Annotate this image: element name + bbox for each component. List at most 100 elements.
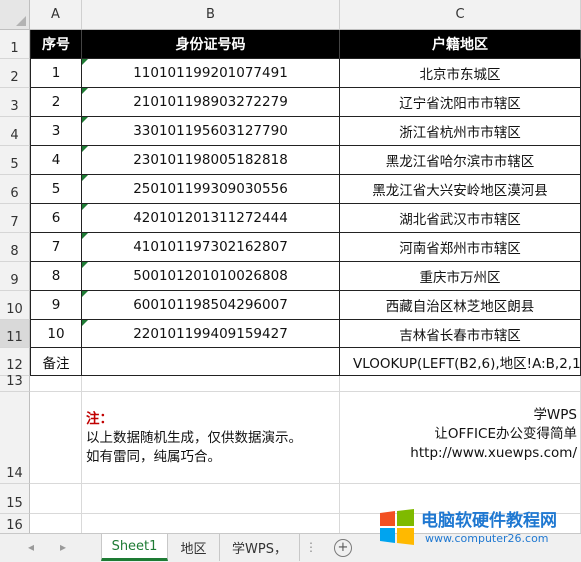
row-header-2[interactable]: 2 xyxy=(0,59,30,88)
cell-id[interactable]: 220101199409159427 xyxy=(82,320,340,348)
cell-id-text: 210101198903272279 xyxy=(133,94,288,110)
header-region[interactable]: 户籍地区 xyxy=(340,30,581,59)
empty-cell[interactable] xyxy=(340,376,581,392)
cell-id[interactable]: 330101195603127790 xyxy=(82,117,340,146)
scroll-tabs-left-icon[interactable]: ◂ xyxy=(22,540,40,554)
watermark-title: 电脑软硬件教程网 xyxy=(421,511,557,531)
cell-region[interactable]: 北京市东城区 xyxy=(340,59,581,88)
cell-region[interactable]: 湖北省武汉市市辖区 xyxy=(340,204,581,233)
row-header-4[interactable]: 4 xyxy=(0,117,30,146)
row-header-10[interactable]: 10 xyxy=(0,291,30,320)
text-number-indicator-icon xyxy=(82,262,88,268)
row-header-1[interactable]: 1 xyxy=(0,30,30,59)
cell-id-text: 500101201010026808 xyxy=(133,268,288,284)
cell-id[interactable]: 410101197302162807 xyxy=(82,233,340,262)
row-header-15[interactable]: 15 xyxy=(0,484,30,514)
note-line-1: 以上数据随机生成，仅供数据演示。 xyxy=(86,430,302,446)
cell-id[interactable]: 210101198903272279 xyxy=(82,88,340,117)
spreadsheet-grid: A B C 1 2 3 4 5 6 7 8 9 10 11 12 13 14 1… xyxy=(0,0,581,533)
cell-no[interactable]: 7 xyxy=(31,233,82,262)
row-header-14[interactable]: 14 xyxy=(0,392,30,484)
cell-no[interactable]: 9 xyxy=(31,291,82,320)
cell-region[interactable]: 重庆市万州区 xyxy=(340,262,581,291)
cell-id[interactable]: 110101199201077491 xyxy=(82,59,340,88)
cell-no[interactable]: 8 xyxy=(31,262,82,291)
note-line-2: 如有雷同，纯属巧合。 xyxy=(86,449,221,465)
watermark-url: www.computer26.com xyxy=(425,532,549,545)
column-header-c[interactable]: C xyxy=(340,0,581,30)
tab-xuewps[interactable]: 学WPS， xyxy=(220,534,300,561)
site-watermark: 电脑软硬件教程网 www.computer26.com xyxy=(373,500,581,556)
cell-region[interactable]: 吉林省长春市市辖区 xyxy=(340,320,581,348)
row-header-8[interactable]: 8 xyxy=(0,233,30,262)
header-no[interactable]: 序号 xyxy=(31,30,82,59)
cell-region[interactable]: 河南省郑州市市辖区 xyxy=(340,233,581,262)
cell-id-text: 230101198005182818 xyxy=(133,152,288,168)
cell-no[interactable]: 10 xyxy=(31,320,82,348)
cell-remark-label[interactable]: 备注 xyxy=(31,348,82,376)
cell-id[interactable]: 230101198005182818 xyxy=(82,146,340,175)
tab-sheet1[interactable]: Sheet1 xyxy=(101,534,168,561)
cell-id[interactable]: 500101201010026808 xyxy=(82,262,340,291)
wps-line-3: http://www.xuewps.com/ xyxy=(410,445,577,461)
row-header-5[interactable]: 5 xyxy=(0,146,30,175)
empty-cell[interactable] xyxy=(30,514,82,533)
cell-region[interactable]: 浙江省杭州市市辖区 xyxy=(340,117,581,146)
text-number-indicator-icon xyxy=(82,59,88,65)
cell-no[interactable]: 4 xyxy=(31,146,82,175)
row-header-16[interactable]: 16 xyxy=(0,514,30,533)
text-number-indicator-icon xyxy=(82,117,88,123)
row-header-12[interactable]: 12 xyxy=(0,348,30,376)
wps-line-2: 让OFFICE办公变得简单 xyxy=(434,426,577,442)
empty-cell[interactable] xyxy=(82,484,340,514)
text-number-indicator-icon xyxy=(82,146,88,152)
row-header-11[interactable]: 11 xyxy=(0,320,30,348)
cell-no[interactable]: 1 xyxy=(31,59,82,88)
empty-cell[interactable] xyxy=(30,484,82,514)
empty-cell[interactable] xyxy=(82,376,340,392)
cell-id[interactable]: 420101201311272444 xyxy=(82,204,340,233)
text-number-indicator-icon xyxy=(82,204,88,210)
cell-no[interactable]: 6 xyxy=(31,204,82,233)
cell-no[interactable]: 5 xyxy=(31,175,82,204)
cell-remark-formula[interactable]: VLOOKUP(LEFT(B2,6),地区!A:B,2,1 xyxy=(340,348,581,376)
cell-region[interactable]: 黑龙江省大兴安岭地区漠河县 xyxy=(340,175,581,204)
text-number-indicator-icon xyxy=(82,291,88,297)
row-header-3[interactable]: 3 xyxy=(0,88,30,117)
cell-id[interactable]: 250101199309030556 xyxy=(82,175,340,204)
column-header-a[interactable]: A xyxy=(30,0,82,30)
column-header-b[interactable]: B xyxy=(82,0,340,30)
wps-promo-text: 学WPS 让OFFICE办公变得简单 http://www.xuewps.com… xyxy=(410,406,577,463)
cell-id-text: 110101199201077491 xyxy=(133,65,288,81)
empty-cell[interactable] xyxy=(30,392,82,484)
cell-id-text: 410101197302162807 xyxy=(133,239,288,255)
cell-no[interactable]: 2 xyxy=(31,88,82,117)
cell-id-text: 220101199409159427 xyxy=(133,325,288,342)
cell-region[interactable]: 黑龙江省哈尔滨市市辖区 xyxy=(340,146,581,175)
empty-cell[interactable] xyxy=(82,514,340,533)
tab-region[interactable]: 地区 xyxy=(168,534,220,561)
cell-id[interactable]: 600101198504296007 xyxy=(82,291,340,320)
header-id[interactable]: 身份证号码 xyxy=(82,30,340,59)
scroll-tabs-right-icon[interactable]: ▸ xyxy=(54,540,72,554)
row-header-6[interactable]: 6 xyxy=(0,175,30,204)
cell-region[interactable]: 西藏自治区林芝地区朗县 xyxy=(340,291,581,320)
cell-id-text: 420101201311272444 xyxy=(133,210,288,226)
add-sheet-button[interactable]: + xyxy=(334,539,352,557)
cell-id-text: 250101199309030556 xyxy=(133,181,288,197)
empty-cell[interactable] xyxy=(30,376,82,392)
row-header-9[interactable]: 9 xyxy=(0,262,30,291)
text-number-indicator-icon xyxy=(82,320,88,326)
select-all-corner[interactable] xyxy=(0,0,30,30)
windows-logo-icon xyxy=(380,509,414,545)
row-header-7[interactable]: 7 xyxy=(0,204,30,233)
cell-region[interactable]: 辽宁省沈阳市市辖区 xyxy=(340,88,581,117)
row-header-13[interactable]: 13 xyxy=(0,374,30,392)
wps-line-1: 学WPS xyxy=(533,407,577,423)
cell-no[interactable]: 3 xyxy=(31,117,82,146)
note-text: 注： 以上数据随机生成，仅供数据演示。 如有雷同，纯属巧合。 xyxy=(86,410,302,467)
cell-remark-b[interactable] xyxy=(82,348,340,376)
note-title: 注： xyxy=(86,411,113,427)
more-tabs-icon[interactable]: ⋮ xyxy=(305,540,317,554)
select-all-icon xyxy=(16,16,26,26)
